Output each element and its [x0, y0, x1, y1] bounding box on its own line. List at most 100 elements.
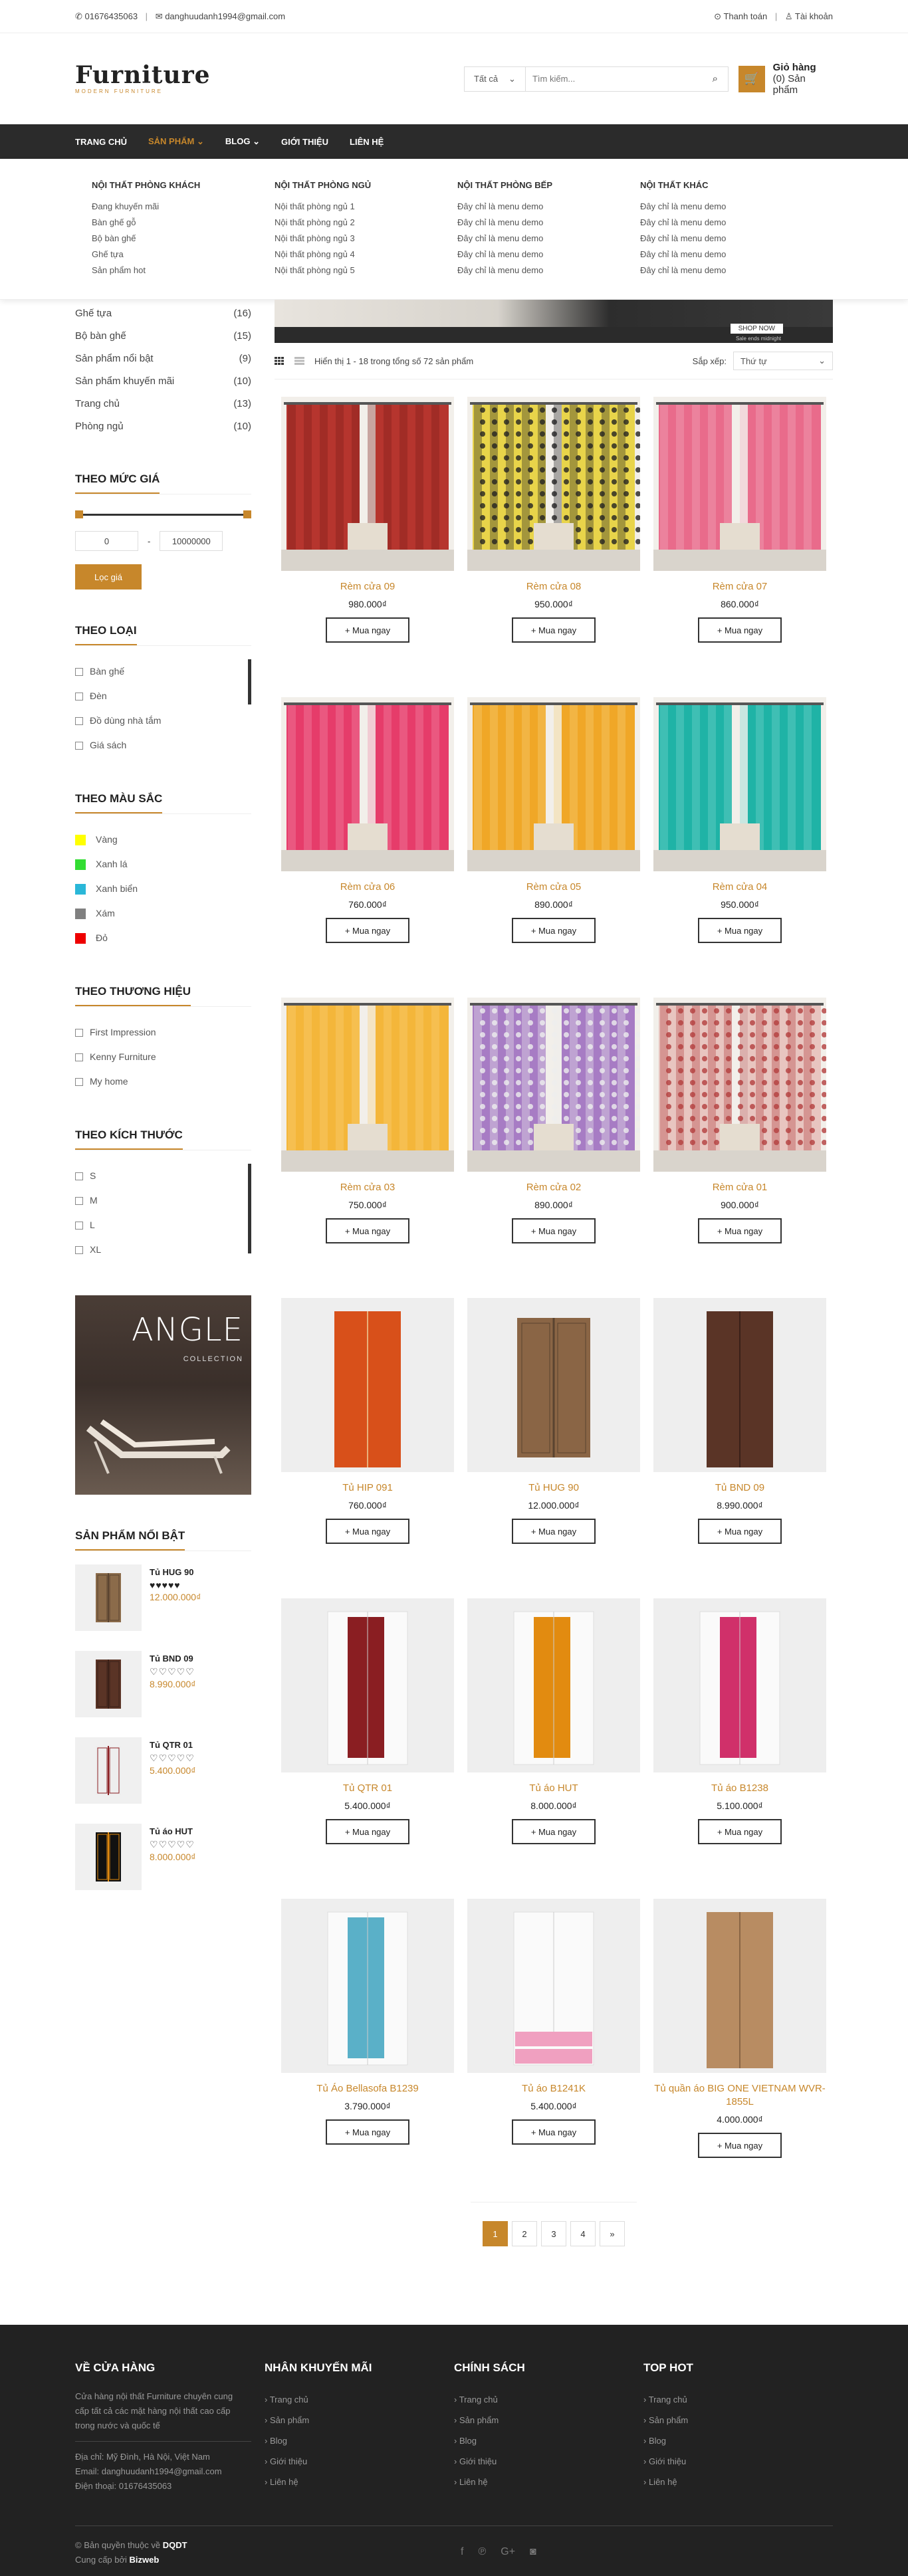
category-item[interactable]: Bộ bàn ghế (15): [75, 325, 251, 348]
product-image[interactable]: [653, 697, 826, 871]
mega-menu-link[interactable]: Đây chỉ là menu demo: [640, 247, 823, 263]
buy-now-button[interactable]: + Mua ngay: [326, 617, 409, 643]
product-image[interactable]: [467, 1899, 640, 2073]
mega-menu-link[interactable]: Ghế tựa: [92, 247, 275, 263]
footer-link[interactable]: › Blog: [265, 2430, 454, 2451]
featured-product[interactable]: Tủ BND 09 ♡♡♡♡♡ 8.990.000₫: [75, 1651, 251, 1717]
checkbox-box[interactable]: [75, 1028, 83, 1037]
mega-menu-link[interactable]: Đây chỉ là menu demo: [457, 263, 640, 278]
facebook-icon[interactable]: f: [461, 2545, 463, 2559]
product-name[interactable]: Tủ Áo Bellasofa B1239: [275, 2082, 461, 2095]
mega-menu-link[interactable]: Đây chỉ là menu demo: [457, 215, 640, 231]
product-name[interactable]: Rèm cửa 01: [647, 1181, 833, 1194]
color-option[interactable]: Xanh lá: [75, 852, 251, 877]
mega-menu-link[interactable]: Đây chỉ là menu demo: [640, 199, 823, 215]
page-button[interactable]: 1: [483, 2221, 508, 2246]
checkbox-box[interactable]: [75, 741, 83, 750]
mega-menu-link[interactable]: Nội thất phòng ngủ 3: [275, 231, 457, 247]
filter-checkbox[interactable]: Đèn: [75, 684, 251, 708]
color-option[interactable]: Đỏ: [75, 926, 251, 950]
footer-link[interactable]: › Liên hệ: [265, 2472, 454, 2492]
category-item[interactable]: Sản phẩm nổi bật (9): [75, 348, 251, 370]
color-option[interactable]: Xanh biển: [75, 877, 251, 901]
sort-select[interactable]: Thứ tự ⌄: [733, 352, 833, 370]
nav-about[interactable]: GIỚI THIỆU: [281, 137, 328, 147]
search-input[interactable]: [525, 66, 703, 91]
product-name[interactable]: Tủ áo B1238: [647, 1782, 833, 1795]
featured-product[interactable]: Tủ HUG 90 ♥♥♥♥♥ 12.000.000₫: [75, 1564, 251, 1631]
category-item[interactable]: Trang chủ (13): [75, 393, 251, 415]
pinterest-icon[interactable]: ℗: [478, 2545, 486, 2559]
featured-product-image[interactable]: [75, 1564, 142, 1631]
checkbox-box[interactable]: [75, 1053, 83, 1061]
mega-menu-link[interactable]: Đây chỉ là menu demo: [457, 199, 640, 215]
buy-now-button[interactable]: + Mua ngay: [326, 1218, 409, 1243]
product-image[interactable]: [653, 998, 826, 1172]
product-image[interactable]: [653, 1598, 826, 1772]
product-name[interactable]: Rèm cửa 05: [461, 881, 647, 894]
product-image[interactable]: [281, 697, 454, 871]
product-name[interactable]: Tủ BND 09: [647, 1481, 833, 1495]
color-option[interactable]: Vàng: [75, 827, 251, 852]
buy-now-button[interactable]: + Mua ngay: [326, 1819, 409, 1844]
product-name[interactable]: Rèm cửa 02: [461, 1181, 647, 1194]
nav-products[interactable]: SẢN PHẨM ⌄: [148, 136, 204, 147]
checkbox-box[interactable]: [75, 692, 83, 700]
hero-banner[interactable]: SHOP NOW Sale ends midnight: [275, 300, 833, 343]
credit-brand[interactable]: Bizweb: [130, 2555, 160, 2565]
category-item[interactable]: Phòng ngủ (10): [75, 415, 251, 438]
angle-collection-banner[interactable]: ANGLE COLLECTION: [75, 1295, 251, 1495]
buy-now-button[interactable]: + Mua ngay: [698, 1218, 782, 1243]
filter-checkbox[interactable]: My home: [75, 1069, 251, 1094]
mega-menu-link[interactable]: Nội thất phòng ngủ 4: [275, 247, 457, 263]
product-image[interactable]: [281, 998, 454, 1172]
category-item[interactable]: Ghế tựa (16): [75, 302, 251, 325]
product-image[interactable]: [281, 1598, 454, 1772]
buy-now-button[interactable]: + Mua ngay: [698, 2133, 782, 2158]
buy-now-button[interactable]: + Mua ngay: [512, 1218, 596, 1243]
filter-checkbox[interactable]: S: [75, 1164, 251, 1188]
filter-checkbox[interactable]: Kenny Furniture: [75, 1045, 251, 1069]
buy-now-button[interactable]: + Mua ngay: [698, 617, 782, 643]
product-name[interactable]: Rèm cửa 03: [275, 1181, 461, 1194]
filter-checkbox[interactable]: First Impression: [75, 1020, 251, 1045]
list-view-icon[interactable]: [294, 357, 304, 365]
buy-now-button[interactable]: + Mua ngay: [512, 1819, 596, 1844]
page-button[interactable]: 2: [512, 2221, 537, 2246]
price-min-input[interactable]: 0: [75, 531, 138, 551]
product-image[interactable]: [467, 1298, 640, 1472]
featured-product[interactable]: Tủ QTR 01 ♡♡♡♡♡ 5.400.000₫: [75, 1737, 251, 1804]
account-link[interactable]: Tài khoản: [795, 11, 833, 21]
product-image[interactable]: [653, 397, 826, 571]
featured-product-name[interactable]: Tủ áo HUT: [150, 1826, 195, 1836]
search-category-select[interactable]: Tất cả ⌄: [465, 66, 526, 91]
google-plus-icon[interactable]: G+: [501, 2545, 515, 2559]
mega-menu-link[interactable]: Nội thất phòng ngủ 1: [275, 199, 457, 215]
product-name[interactable]: Tủ QTR 01: [275, 1782, 461, 1795]
filter-checkbox[interactable]: Bàn ghế: [75, 659, 251, 684]
checkbox-box[interactable]: [75, 1077, 83, 1086]
filter-checkbox[interactable]: L: [75, 1213, 251, 1237]
copyright-brand[interactable]: DQDT: [163, 2540, 187, 2550]
mega-menu-link[interactable]: Đây chỉ là menu demo: [640, 263, 823, 278]
footer-link[interactable]: › Sản phẩm: [643, 2410, 833, 2430]
featured-product[interactable]: Tủ áo HUT ♡♡♡♡♡ 8.000.000₫: [75, 1824, 251, 1890]
product-image[interactable]: [653, 1298, 826, 1472]
product-image[interactable]: [653, 1899, 826, 2073]
product-name[interactable]: Rèm cửa 09: [275, 580, 461, 593]
nav-contact[interactable]: LIÊN HỆ: [350, 137, 384, 147]
cart[interactable]: 🛒 Giỏ hàng (0) Sản phẩm: [738, 62, 833, 96]
buy-now-button[interactable]: + Mua ngay: [512, 1519, 596, 1544]
buy-now-button[interactable]: + Mua ngay: [512, 918, 596, 943]
footer-link[interactable]: › Sản phẩm: [454, 2410, 643, 2430]
mega-menu-link[interactable]: Đây chỉ là menu demo: [457, 231, 640, 247]
filter-checkbox[interactable]: Đồ dùng nhà tắm: [75, 708, 251, 733]
buy-now-button[interactable]: + Mua ngay: [512, 617, 596, 643]
logo[interactable]: Furniture MODERN FURNITURE: [75, 63, 459, 94]
buy-now-button[interactable]: + Mua ngay: [698, 918, 782, 943]
product-name[interactable]: Tủ HUG 90: [461, 1481, 647, 1495]
featured-product-image[interactable]: [75, 1651, 142, 1717]
footer-link[interactable]: › Trang chủ: [265, 2389, 454, 2410]
checkbox-box[interactable]: [75, 716, 83, 725]
nav-blog[interactable]: BLOG ⌄: [225, 136, 260, 147]
